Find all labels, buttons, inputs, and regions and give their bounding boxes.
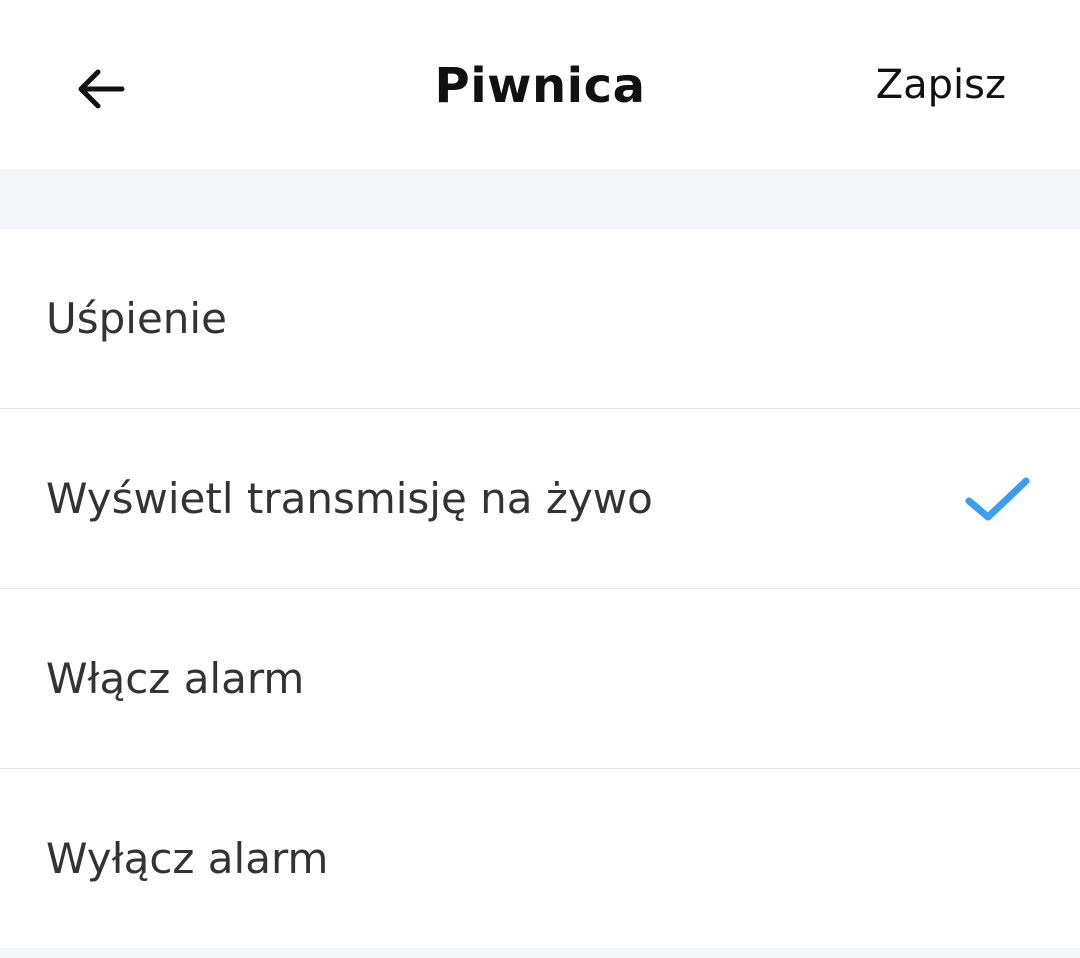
option-sleep[interactable]: Uśpienie	[0, 229, 1080, 409]
option-alarm-on[interactable]: Włącz alarm	[0, 589, 1080, 769]
section-spacer	[0, 169, 1080, 229]
top-bar: Piwnica Zapisz	[0, 0, 1080, 169]
bottom-spacer	[0, 948, 1080, 958]
option-label: Uśpienie	[46, 294, 227, 343]
checkmark-icon	[965, 477, 1030, 520]
option-label: Wyłącz alarm	[46, 834, 329, 883]
option-label: Wyświetl transmisję na żywo	[46, 474, 653, 523]
option-live-stream[interactable]: Wyświetl transmisję na żywo	[0, 409, 1080, 589]
options-list: Uśpienie Wyświetl transmisję na żywo Włą…	[0, 229, 1080, 948]
option-alarm-off[interactable]: Wyłącz alarm	[0, 769, 1080, 948]
save-button[interactable]: Zapisz	[876, 62, 1006, 108]
option-label: Włącz alarm	[46, 654, 305, 703]
